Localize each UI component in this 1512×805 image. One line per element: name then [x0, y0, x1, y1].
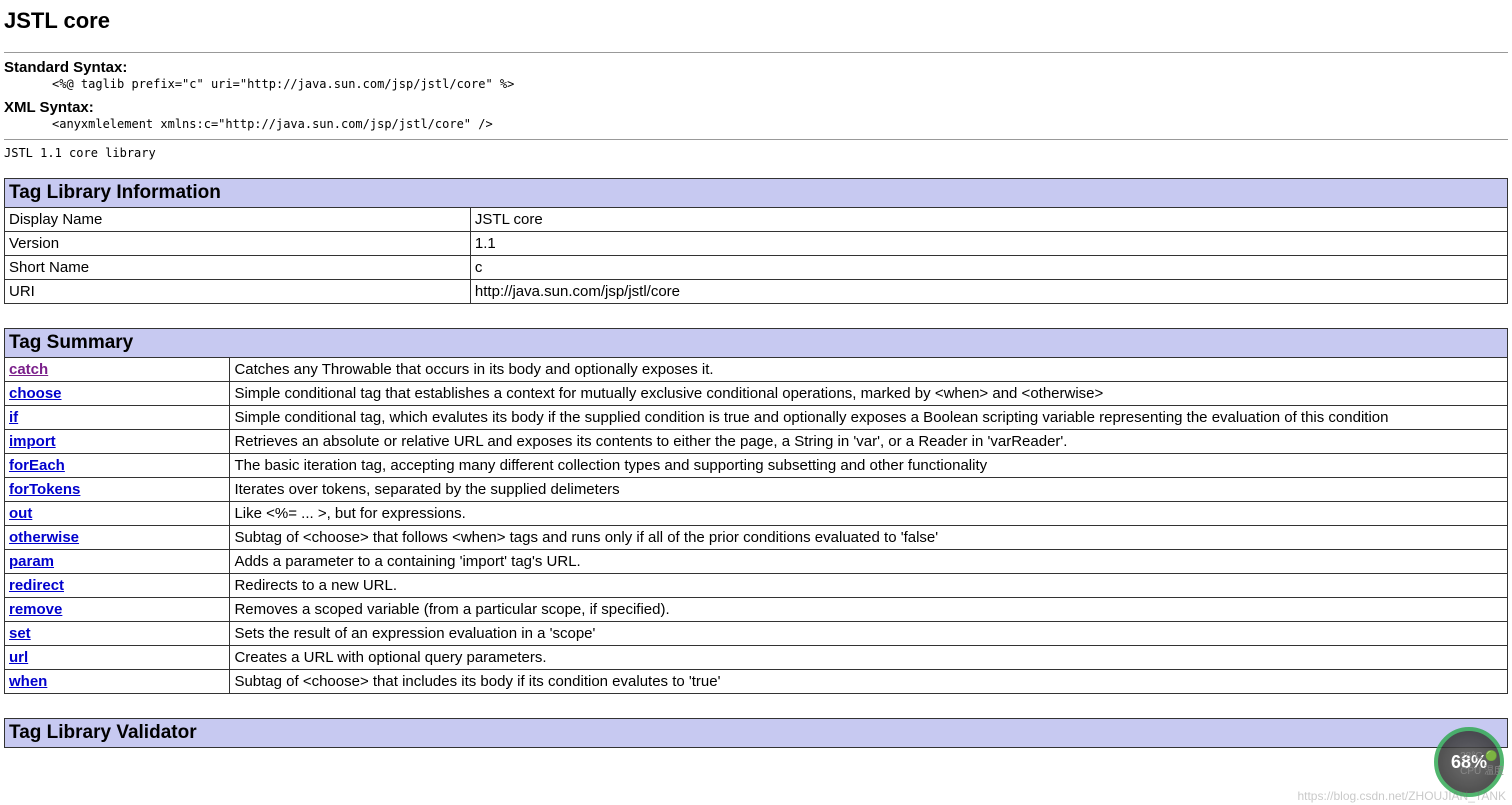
tag-name-cell: forEach [5, 453, 230, 477]
tag-link-out[interactable]: out [9, 505, 32, 522]
summary-row: set Sets the result of an expression eval… [5, 621, 1508, 645]
summary-row: when Subtag of <choose> that includes its… [5, 669, 1508, 693]
tag-desc: Catches any Throwable that occurs in its… [230, 357, 1508, 381]
info-row: URIhttp://java.sun.com/jsp/jstl/core [5, 279, 1508, 303]
info-key: Display Name [5, 207, 471, 231]
tag-name-cell: remove [5, 597, 230, 621]
tag-desc: Removes a scoped variable (from a partic… [230, 597, 1508, 621]
tag-desc: The basic iteration tag, accepting many … [230, 453, 1508, 477]
summary-row: out Like <%= ... >, but for expressions. [5, 501, 1508, 525]
cpu-temp: 28°C [1460, 751, 1482, 762]
tag-name-cell: when [5, 669, 230, 693]
info-value: c [470, 255, 1507, 279]
tag-desc: Subtag of <choose> that follows <when> t… [230, 525, 1508, 549]
tag-desc: Iterates over tokens, separated by the s… [230, 477, 1508, 501]
xml-syntax-code: <anyxmlelement xmlns:c="http://java.sun.… [52, 116, 1508, 133]
summary-row: import Retrieves an absolute or relative … [5, 429, 1508, 453]
standard-syntax-label: Standard Syntax: [4, 59, 127, 76]
tag-name-cell: redirect [5, 573, 230, 597]
summary-row: forEach The basic iteration tag, acceptin… [5, 453, 1508, 477]
tag-name-cell: if [5, 405, 230, 429]
info-row: Short Namec [5, 255, 1508, 279]
tag-link-catch[interactable]: catch [9, 361, 48, 378]
tag-desc: Simple conditional tag, which evalutes i… [230, 405, 1508, 429]
summary-row: if Simple conditional tag, which evalutes… [5, 405, 1508, 429]
tag-desc: Redirects to a new URL. [230, 573, 1508, 597]
summary-row: url Creates a URL with optional query par… [5, 645, 1508, 669]
tag-name-cell: forTokens [5, 477, 230, 501]
tag-link-choose[interactable]: choose [9, 385, 62, 402]
tag-link-remove[interactable]: remove [9, 601, 62, 618]
tag-desc: Simple conditional tag that establishes … [230, 381, 1508, 405]
info-key: Version [5, 231, 471, 255]
tag-desc: Sets the result of an expression evaluat… [230, 621, 1508, 645]
tag-name-cell: import [5, 429, 230, 453]
standard-syntax-block: Standard Syntax: <%@ taglib prefix="c" u… [4, 59, 1508, 93]
tag-desc: Subtag of <choose> that includes its bod… [230, 669, 1508, 693]
info-value: 1.1 [470, 231, 1507, 255]
info-value: JSTL core [470, 207, 1507, 231]
tag-library-info-table: Tag Library Information Display NameJSTL… [4, 178, 1508, 304]
xml-syntax-block: XML Syntax: <anyxmlelement xmlns:c="http… [4, 99, 1508, 133]
summary-row: otherwise Subtag of <choose> that follows… [5, 525, 1508, 549]
tag-name-cell: out [5, 501, 230, 525]
info-value: http://java.sun.com/jsp/jstl/core [470, 279, 1507, 303]
tag-name-cell: param [5, 549, 230, 573]
info-key: URI [5, 279, 471, 303]
divider [4, 139, 1508, 140]
xml-syntax-label: XML Syntax: [4, 99, 94, 116]
tag-name-cell: url [5, 645, 230, 669]
summary-row: redirect Redirects to a new URL. [5, 573, 1508, 597]
tag-summary-table: Tag Summary catch Catches any Throwable t… [4, 328, 1508, 694]
summary-row: catch Catches any Throwable that occurs i… [5, 357, 1508, 381]
tag-desc: Adds a parameter to a containing 'import… [230, 549, 1508, 573]
page-title: JSTL core [4, 8, 1508, 34]
cpu-label: CPU 温度 [1460, 766, 1504, 777]
tag-link-if[interactable]: if [9, 409, 18, 426]
cpu-widget-side: 28°C 🟢 CPU 温度 [1460, 751, 1504, 777]
tag-link-when[interactable]: when [9, 673, 47, 690]
divider [4, 52, 1508, 53]
tag-name-cell: catch [5, 357, 230, 381]
tag-name-cell: set [5, 621, 230, 645]
tag-link-url[interactable]: url [9, 649, 28, 666]
watermark: https://blog.csdn.net/ZHOUJIAN_TANK [1297, 789, 1506, 803]
info-row: Version1.1 [5, 231, 1508, 255]
library-description: JSTL 1.1 core library [4, 146, 1508, 160]
tag-link-otherwise[interactable]: otherwise [9, 529, 79, 546]
tag-library-validator-table: Tag Library Validator [4, 718, 1508, 748]
tag-link-param[interactable]: param [9, 553, 54, 570]
info-header: Tag Library Information [5, 178, 1508, 207]
tag-link-forEach[interactable]: forEach [9, 457, 65, 474]
summary-row: param Adds a parameter to a containing 'i… [5, 549, 1508, 573]
summary-row: forTokens Iterates over tokens, separated… [5, 477, 1508, 501]
tag-link-set[interactable]: set [9, 625, 31, 642]
tag-name-cell: choose [5, 381, 230, 405]
validator-header: Tag Library Validator [5, 718, 1508, 747]
summary-header: Tag Summary [5, 328, 1508, 357]
summary-row: choose Simple conditional tag that establ… [5, 381, 1508, 405]
tag-desc: Like <%= ... >, but for expressions. [230, 501, 1508, 525]
tag-link-forTokens[interactable]: forTokens [9, 481, 80, 498]
tag-link-import[interactable]: import [9, 433, 56, 450]
tag-link-redirect[interactable]: redirect [9, 577, 64, 594]
tag-name-cell: otherwise [5, 525, 230, 549]
info-row: Display NameJSTL core [5, 207, 1508, 231]
summary-row: remove Removes a scoped variable (from a … [5, 597, 1508, 621]
standard-syntax-code: <%@ taglib prefix="c" uri="http://java.s… [52, 76, 1508, 93]
tag-desc: Creates a URL with optional query parame… [230, 645, 1508, 669]
info-key: Short Name [5, 255, 471, 279]
tag-desc: Retrieves an absolute or relative URL an… [230, 429, 1508, 453]
